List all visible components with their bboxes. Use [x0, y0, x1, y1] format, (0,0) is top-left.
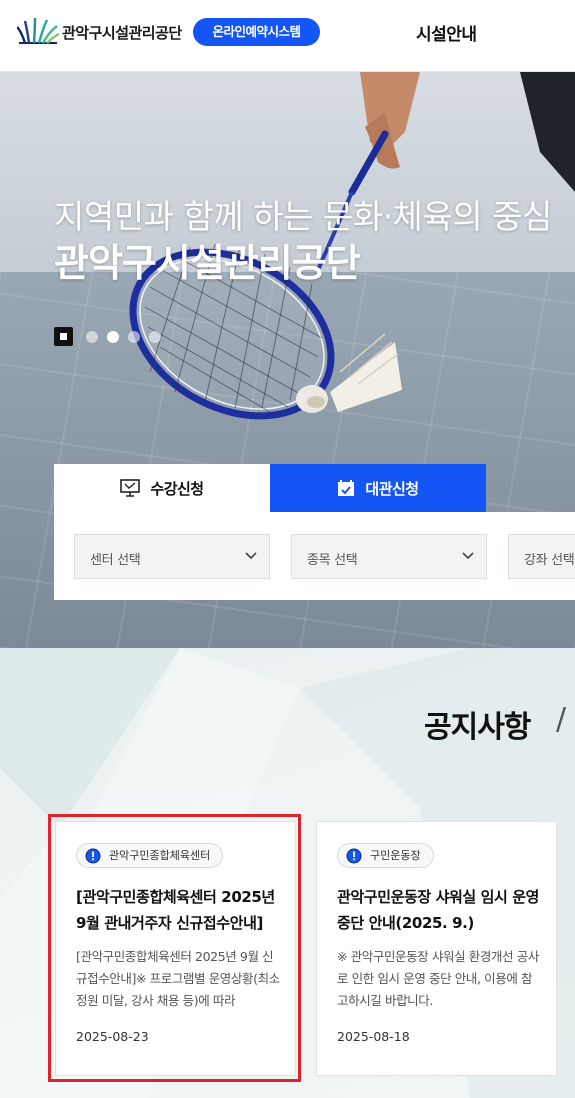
- slide-dot[interactable]: [86, 331, 98, 343]
- category-badge: 구민운동장: [337, 843, 434, 868]
- info-circle-icon: [85, 848, 101, 864]
- info-circle-icon: [346, 848, 362, 864]
- tab-facility-rent-label: 대관신청: [365, 479, 419, 498]
- slide-indicator: [86, 331, 161, 343]
- notice-date: 2025-08-23: [76, 1029, 149, 1044]
- tab-course-apply-label: 수강신청: [150, 479, 204, 498]
- slide-dot[interactable]: [149, 331, 161, 343]
- notice-title[interactable]: 관악구민운동장 샤워실 임시 운영 중단 안내(2025. 9.): [337, 884, 542, 936]
- search-panel: 센터 선택 종목 선택 강좌 선택: [54, 512, 575, 600]
- center-select[interactable]: 센터 선택: [74, 534, 270, 579]
- notice-card[interactable]: 관악구민종합체육센터 [관악구민종합체육센터 2025년 9월 관내거주자 신규…: [55, 821, 296, 1076]
- hero-title: 관악구시설관리공단: [54, 241, 361, 285]
- online-reservation-button[interactable]: 온라인예약시스템: [193, 18, 320, 46]
- course-select-value: 강좌 선택: [524, 553, 575, 568]
- notice-section-title[interactable]: 공지사항: [424, 702, 531, 746]
- notice-card[interactable]: 구민운동장 관악구민운동장 샤워실 임시 운영 중단 안내(2025. 9.) …: [316, 821, 557, 1076]
- category-badge-label: 구민운동장: [370, 849, 421, 862]
- slide-dot[interactable]: [128, 331, 140, 343]
- tab-course-apply[interactable]: 수강신청: [54, 464, 270, 512]
- hero-subtitle: 지역민과 함께 하는 문화·체육의 중심: [54, 197, 552, 236]
- calendar-check-icon: [338, 480, 355, 496]
- nav-item-facility-info[interactable]: 시설안내: [416, 20, 477, 45]
- logo-icon[interactable]: [17, 17, 59, 45]
- notice-section: 공지사항 / 관악구민종합체육센터 [관악구민종합체육센터 2025년 9월 관…: [0, 648, 575, 1098]
- notice-title[interactable]: [관악구민종합체육센터 2025년 9월 관내거주자 신규접수안내]: [76, 884, 281, 936]
- monitor-icon: [120, 479, 141, 497]
- slide-dot-active[interactable]: [107, 331, 119, 343]
- sport-select[interactable]: 종목 선택: [291, 534, 487, 579]
- title-separator: /: [556, 702, 567, 737]
- sport-select-value: 종목 선택: [307, 553, 358, 568]
- course-select[interactable]: 강좌 선택: [508, 534, 575, 579]
- notice-summary: [관악구민종합체육센터 2025년 9월 신규접수안내]※ 프로그램별 운영상황…: [76, 949, 280, 1008]
- notice-date: 2025-08-18: [337, 1029, 410, 1044]
- org-name[interactable]: 관악구시설관리공단: [62, 22, 182, 43]
- category-badge-label: 관악구민종합체육센터: [109, 849, 211, 862]
- notice-summary: ※ 관악구민운동장 샤워실 환경개선 공사로 인한 임시 운영 중단 안내, 이…: [337, 949, 539, 1008]
- chevron-down-icon: [245, 552, 257, 560]
- category-badge: 관악구민종합체육센터: [76, 843, 224, 868]
- site-header: 관악구시설관리공단 온라인예약시스템 시설안내: [0, 0, 575, 72]
- chevron-down-icon: [462, 552, 474, 560]
- pause-icon[interactable]: [54, 327, 73, 346]
- center-select-value: 센터 선택: [90, 553, 141, 568]
- tab-facility-rent[interactable]: 대관신청: [270, 464, 486, 512]
